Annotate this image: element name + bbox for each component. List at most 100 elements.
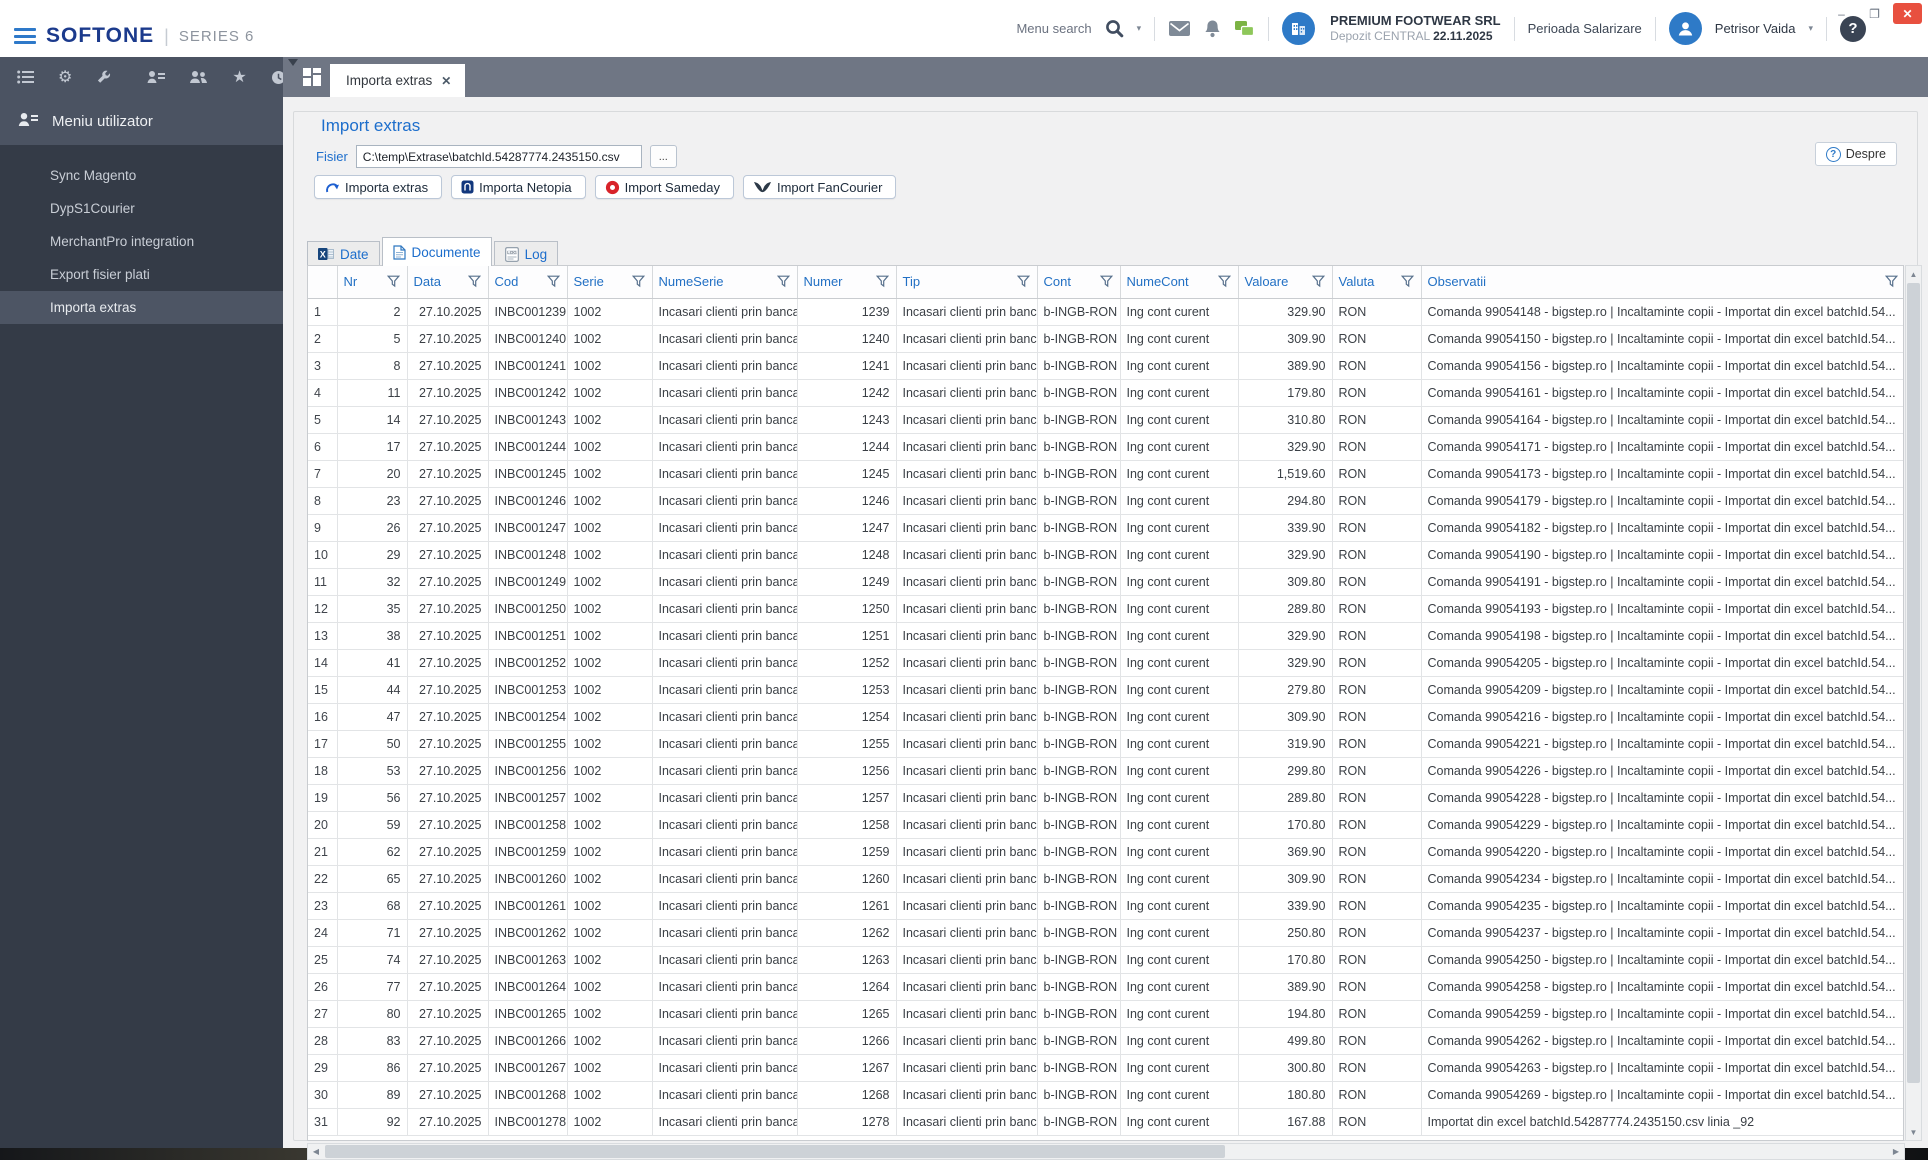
hamburger-menu-icon[interactable] [14, 28, 36, 44]
cell-cont[interactable]: b-INGB-RON [1037, 1108, 1121, 1136]
cell-data[interactable]: 27.10.2025 [407, 568, 489, 596]
cell-tip[interactable]: Incasari clienti prin banca [896, 1108, 1038, 1136]
cell-cont[interactable]: b-INGB-RON [1037, 757, 1121, 785]
cell-numer[interactable]: 1267 [797, 1054, 897, 1082]
cell-tip[interactable]: Incasari clienti prin banca [896, 514, 1038, 542]
cell-tip[interactable]: Incasari clienti prin banca [896, 784, 1038, 812]
cell-observatii[interactable]: Comanda 99054229 - bigstep.ro | Incaltam… [1421, 811, 1903, 839]
cell-serie[interactable]: 1002 [567, 730, 653, 758]
cell-valoare[interactable]: 369.90 [1238, 838, 1333, 866]
cell-numer[interactable]: 1239 [797, 298, 897, 326]
cell-tip[interactable]: Incasari clienti prin banca [896, 892, 1038, 920]
column-header-data[interactable]: Data [407, 266, 489, 299]
cell-numecont[interactable]: Ing cont curent [1120, 622, 1239, 650]
tools-wrench-icon[interactable] [96, 70, 111, 85]
table-row[interactable]: 18 53 27.10.2025 INBC001256 1002 Incasari cli… [308, 757, 1903, 785]
cell-numeserie[interactable]: Incasari clienti prin banca [652, 784, 798, 812]
column-header-tip[interactable]: Tip [896, 266, 1038, 299]
horizontal-scrollbar[interactable]: ◀ ▶ [307, 1143, 1905, 1160]
sidebar-item-merchantpro-integration[interactable]: MerchantPro integration [0, 225, 283, 258]
cell-nr[interactable]: 41 [337, 649, 408, 677]
cell-cont[interactable]: b-INGB-RON [1037, 676, 1121, 704]
scroll-up-icon[interactable]: ▲ [1906, 266, 1921, 282]
cell-observatii[interactable]: Comanda 99054234 - bigstep.ro | Incaltam… [1421, 865, 1903, 893]
cell-valuta[interactable]: RON [1332, 406, 1422, 434]
cell-cont[interactable]: b-INGB-RON [1037, 541, 1121, 569]
cell-numer[interactable]: 1257 [797, 784, 897, 812]
cell-cont[interactable]: b-INGB-RON [1037, 325, 1121, 353]
cell-data[interactable]: 27.10.2025 [407, 1081, 489, 1109]
table-row[interactable]: 7 20 27.10.2025 INBC001245 1002 Incasari clie… [308, 460, 1903, 488]
cell-numer[interactable]: 1244 [797, 433, 897, 461]
cell-data[interactable]: 27.10.2025 [407, 838, 489, 866]
cell-numer[interactable]: 1262 [797, 919, 897, 947]
cell-numeserie[interactable]: Incasari clienti prin banca [652, 946, 798, 974]
cell-valuta[interactable]: RON [1332, 487, 1422, 515]
user-menu-caret-icon[interactable]: ▾ [1808, 23, 1813, 34]
table-row[interactable]: 26 77 27.10.2025 INBC001264 1002 Incasari cli… [308, 973, 1903, 1001]
cell-tip[interactable]: Incasari clienti prin banca [896, 595, 1038, 623]
cell-serie[interactable]: 1002 [567, 676, 653, 704]
cell-cont[interactable]: b-INGB-RON [1037, 865, 1121, 893]
cell-nr[interactable]: 92 [337, 1108, 408, 1136]
column-header-nr[interactable]: Nr [337, 266, 408, 299]
column-header-observatii[interactable]: Observatii [1421, 266, 1903, 299]
cell-data[interactable]: 27.10.2025 [407, 1054, 489, 1082]
cell-rowindex[interactable]: 2 [308, 325, 338, 353]
cell-numeserie[interactable]: Incasari clienti prin banca [652, 1081, 798, 1109]
cell-cont[interactable]: b-INGB-RON [1037, 919, 1121, 947]
cell-numecont[interactable]: Ing cont curent [1120, 595, 1239, 623]
cell-cod[interactable]: INBC001261 [488, 892, 568, 920]
cell-nr[interactable]: 17 [337, 433, 408, 461]
cell-tip[interactable]: Incasari clienti prin banca [896, 811, 1038, 839]
cell-cont[interactable]: b-INGB-RON [1037, 487, 1121, 515]
cell-numeserie[interactable]: Incasari clienti prin banca [652, 379, 798, 407]
cell-numer[interactable]: 1268 [797, 1081, 897, 1109]
cell-nr[interactable]: 86 [337, 1054, 408, 1082]
cell-nr[interactable]: 11 [337, 379, 408, 407]
cell-cont[interactable]: b-INGB-RON [1037, 298, 1121, 326]
cell-cont[interactable]: b-INGB-RON [1037, 838, 1121, 866]
cell-observatii[interactable]: Comanda 99054263 - bigstep.ro | Incaltam… [1421, 1054, 1903, 1082]
cell-rowindex[interactable]: 31 [308, 1108, 338, 1136]
cell-serie[interactable]: 1002 [567, 865, 653, 893]
cell-nr[interactable]: 65 [337, 865, 408, 893]
cell-tip[interactable]: Incasari clienti prin banca [896, 298, 1038, 326]
cell-numeserie[interactable]: Incasari clienti prin banca [652, 865, 798, 893]
cell-observatii[interactable]: Comanda 99054198 - bigstep.ro | Incaltam… [1421, 622, 1903, 650]
cell-nr[interactable]: 50 [337, 730, 408, 758]
column-header-valuta[interactable]: Valuta [1332, 266, 1422, 299]
dashboard-grid-icon[interactable] [301, 66, 323, 93]
cell-valoare[interactable]: 194.80 [1238, 1000, 1333, 1028]
cell-tip[interactable]: Incasari clienti prin banca [896, 352, 1038, 380]
cell-valuta[interactable]: RON [1332, 1027, 1422, 1055]
cell-numecont[interactable]: Ing cont curent [1120, 1054, 1239, 1082]
cell-nr[interactable]: 2 [337, 298, 408, 326]
sidebar-header-user-menu[interactable]: Meniu utilizator [0, 97, 283, 145]
mail-icon[interactable] [1168, 20, 1191, 37]
cell-tip[interactable]: Incasari clienti prin banca [896, 1081, 1038, 1109]
cell-serie[interactable]: 1002 [567, 568, 653, 596]
cell-rowindex[interactable]: 7 [308, 460, 338, 488]
cell-valoare[interactable]: 309.80 [1238, 568, 1333, 596]
table-row[interactable]: 9 26 27.10.2025 INBC001247 1002 Incasari clie… [308, 514, 1903, 542]
cell-tip[interactable]: Incasari clienti prin banca [896, 703, 1038, 731]
cell-numecont[interactable]: Ing cont curent [1120, 919, 1239, 947]
cell-valoare[interactable]: 339.90 [1238, 514, 1333, 542]
cell-cod[interactable]: INBC001265 [488, 1000, 568, 1028]
cell-nr[interactable]: 77 [337, 973, 408, 1001]
cell-data[interactable]: 27.10.2025 [407, 325, 489, 353]
cell-rowindex[interactable]: 18 [308, 757, 338, 785]
cell-numer[interactable]: 1255 [797, 730, 897, 758]
cell-valoare[interactable]: 309.90 [1238, 865, 1333, 893]
cell-cont[interactable]: b-INGB-RON [1037, 649, 1121, 677]
cell-numer[interactable]: 1260 [797, 865, 897, 893]
cell-numeserie[interactable]: Incasari clienti prin banca [652, 541, 798, 569]
cell-observatii[interactable]: Comanda 99054250 - bigstep.ro | Incaltam… [1421, 946, 1903, 974]
cell-valuta[interactable]: RON [1332, 1000, 1422, 1028]
table-row[interactable]: 24 71 27.10.2025 INBC001262 1002 Incasari cli… [308, 919, 1903, 947]
cell-valuta[interactable]: RON [1332, 676, 1422, 704]
table-row[interactable]: 8 23 27.10.2025 INBC001246 1002 Incasari clie… [308, 487, 1903, 515]
cell-numecont[interactable]: Ing cont curent [1120, 1081, 1239, 1109]
cell-numecont[interactable]: Ing cont curent [1120, 487, 1239, 515]
